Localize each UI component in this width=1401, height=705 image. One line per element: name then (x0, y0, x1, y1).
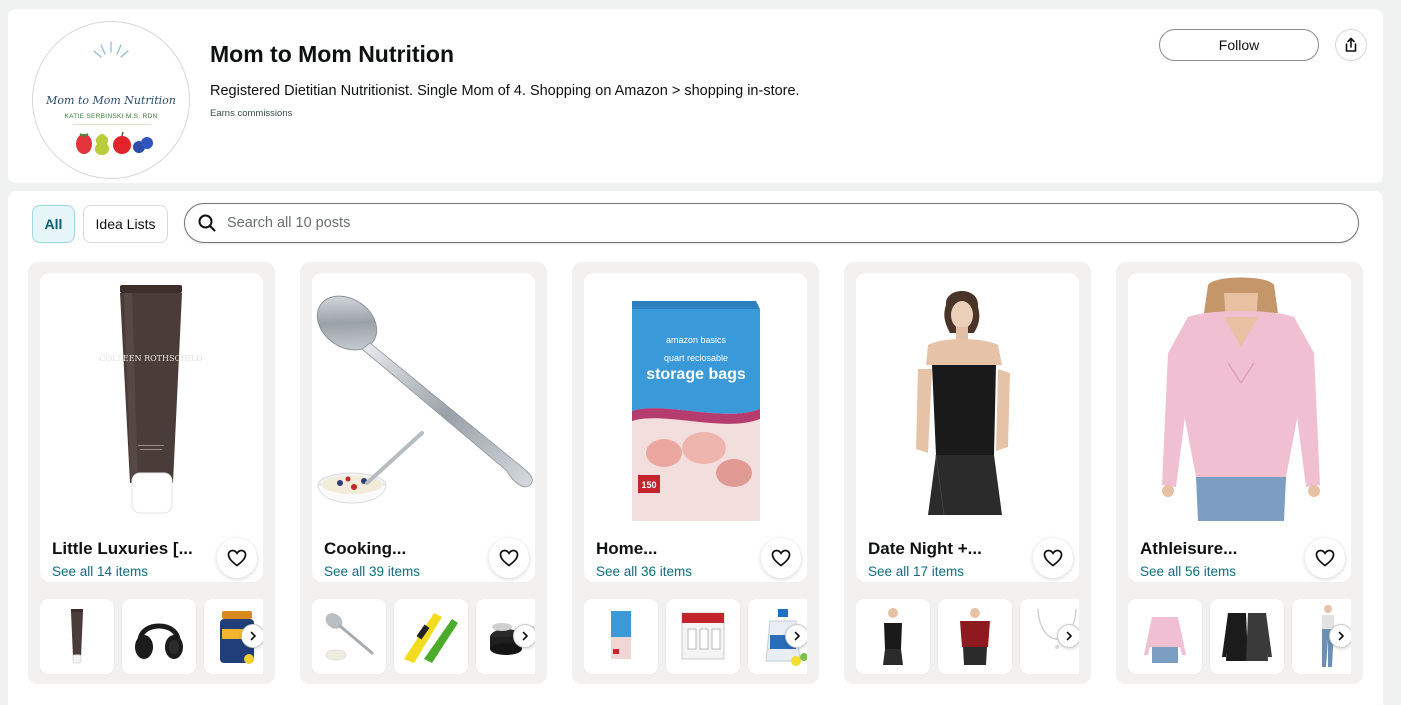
black-strapless-top-image (916, 291, 1010, 516)
list-hero[interactable]: Date Night +... See all 17 items (856, 273, 1079, 582)
product-thumbnail[interactable] (584, 599, 658, 674)
heart-icon (1315, 549, 1335, 567)
spoon-icon (325, 613, 374, 661)
storage-bags-icon (611, 611, 631, 659)
idea-list-card[interactable]: Athleisure... See all 56 items (1116, 262, 1363, 684)
avatar: Mom to Mom Nutrition KATIE SERBINSKI M.S… (32, 21, 190, 179)
list-title: Athleisure... (1140, 539, 1238, 558)
list-hero[interactable]: COLLEEN ROTHSCHILD Little Luxuries [... … (40, 273, 263, 582)
thumbnails-next-button[interactable] (1057, 624, 1079, 648)
product-thumbnail[interactable] (856, 599, 930, 674)
bags-brand-text: amazon basics (666, 335, 727, 345)
list-thumbnails (1128, 599, 1351, 674)
save-list-button[interactable] (489, 538, 529, 578)
see-all-link[interactable]: See all 14 items (52, 564, 148, 579)
idea-list-card[interactable]: amazon basics quart reclosable storage b… (572, 262, 819, 684)
thumbnails-next-button[interactable] (513, 624, 535, 648)
chevron-right-icon (250, 631, 257, 641)
avatar-logo-title: Mom to Mom Nutrition (46, 94, 176, 107)
search-bar[interactable] (184, 203, 1359, 243)
see-all-link[interactable]: See all 39 items (324, 564, 420, 579)
save-list-button[interactable] (761, 538, 801, 578)
save-list-button[interactable] (1033, 538, 1073, 578)
thumbnails-next-button[interactable] (785, 624, 807, 648)
thumbnails-next-button[interactable] (241, 624, 263, 648)
list-title: Little Luxuries [... (52, 539, 193, 558)
pink-long-sleeve-top-image (1162, 277, 1320, 521)
bags-main-text: storage bags (646, 366, 746, 383)
idea-list-card[interactable]: Date Night +... See all 17 items (844, 262, 1091, 684)
filter-idea-lists-button[interactable]: Idea Lists (83, 205, 168, 243)
filter-all-button[interactable]: All (32, 205, 75, 243)
thumbnails-next-button[interactable] (1329, 624, 1351, 648)
product-thumbnail[interactable] (312, 599, 386, 674)
tube-brand-text: COLLEEN ROTHSCHILD (100, 354, 203, 363)
fruit-icon (76, 131, 153, 155)
heart-icon (499, 549, 519, 567)
heart-icon (1043, 549, 1063, 567)
spoon-and-bowl-image (316, 295, 533, 504)
sun-rays-icon (93, 41, 129, 58)
list-title: Cooking... (324, 539, 407, 558)
product-thumbnail[interactable] (394, 599, 468, 674)
bags-sub-text: quart reclosable (664, 353, 728, 363)
list-thumbnails (584, 599, 807, 674)
black-strapless-top-icon (883, 608, 903, 665)
posts-section: All Idea Lists COLLEEN ROTHSCHILD Little… (8, 191, 1383, 705)
list-hero[interactable]: Cooking... See all 39 items (312, 273, 535, 582)
heart-icon (227, 549, 247, 567)
product-thumbnail[interactable] (1210, 599, 1284, 674)
chevron-right-icon (522, 631, 529, 641)
storage-bags-image: amazon basics quart reclosable storage b… (632, 301, 760, 521)
product-thumbnail[interactable] (938, 599, 1012, 674)
list-hero[interactable]: amazon basics quart reclosable storage b… (584, 273, 807, 582)
bags-count-text: 150 (641, 480, 656, 490)
search-icon (197, 213, 217, 233)
tube-cream-image: COLLEEN ROTHSCHILD (100, 285, 203, 514)
avatar-divider (73, 124, 151, 125)
save-list-button[interactable] (1305, 538, 1345, 578)
chevron-right-icon (1338, 631, 1345, 641)
profile-bio: Registered Dietitian Nutritionist. Singl… (210, 83, 800, 99)
share-icon (1345, 37, 1357, 52)
profile-header: Mom to Mom Nutrition KATIE SERBINSKI M.S… (8, 9, 1383, 183)
avatar-logo-subtitle: KATIE SERBINSKI M.S. RDN (64, 113, 158, 120)
earns-commissions-label: Earns commissions (210, 108, 293, 119)
list-thumbnails (856, 599, 1079, 674)
black-long-sleeve-tops-icon (1222, 613, 1272, 661)
product-thumbnail[interactable] (666, 599, 740, 674)
product-thumbnail[interactable] (122, 599, 196, 674)
list-thumbnails (312, 599, 535, 674)
product-thumbnail[interactable] (1128, 599, 1202, 674)
save-list-button[interactable] (217, 538, 257, 578)
heart-icon (771, 549, 791, 567)
see-all-link[interactable]: See all 56 items (1140, 564, 1236, 579)
citrus-juicer-icon (404, 613, 458, 663)
tube-cream-icon (71, 609, 83, 664)
product-thumbnail[interactable] (40, 599, 114, 674)
list-thumbnails (40, 599, 263, 674)
see-all-link[interactable]: See all 36 items (596, 564, 692, 579)
share-button[interactable] (1335, 29, 1367, 61)
command-hooks-icon (681, 612, 725, 660)
list-title: Home... (596, 539, 658, 558)
idea-list-card[interactable]: Cooking... See all 39 items (300, 262, 547, 684)
follow-button[interactable]: Follow (1159, 29, 1319, 61)
headphones-icon (135, 623, 183, 659)
see-all-link[interactable]: See all 17 items (868, 564, 964, 579)
profile-name: Mom to Mom Nutrition (210, 41, 455, 67)
idea-list-card[interactable]: COLLEEN ROTHSCHILD Little Luxuries [... … (28, 262, 275, 684)
chevron-right-icon (1066, 631, 1073, 641)
pink-long-sleeve-top-icon (1144, 617, 1186, 663)
red-off-shoulder-top-icon (960, 608, 990, 665)
list-title: Date Night +... (868, 539, 982, 558)
search-input[interactable] (227, 215, 1327, 231)
list-hero[interactable]: Athleisure... See all 56 items (1128, 273, 1351, 582)
chevron-right-icon (794, 631, 801, 641)
